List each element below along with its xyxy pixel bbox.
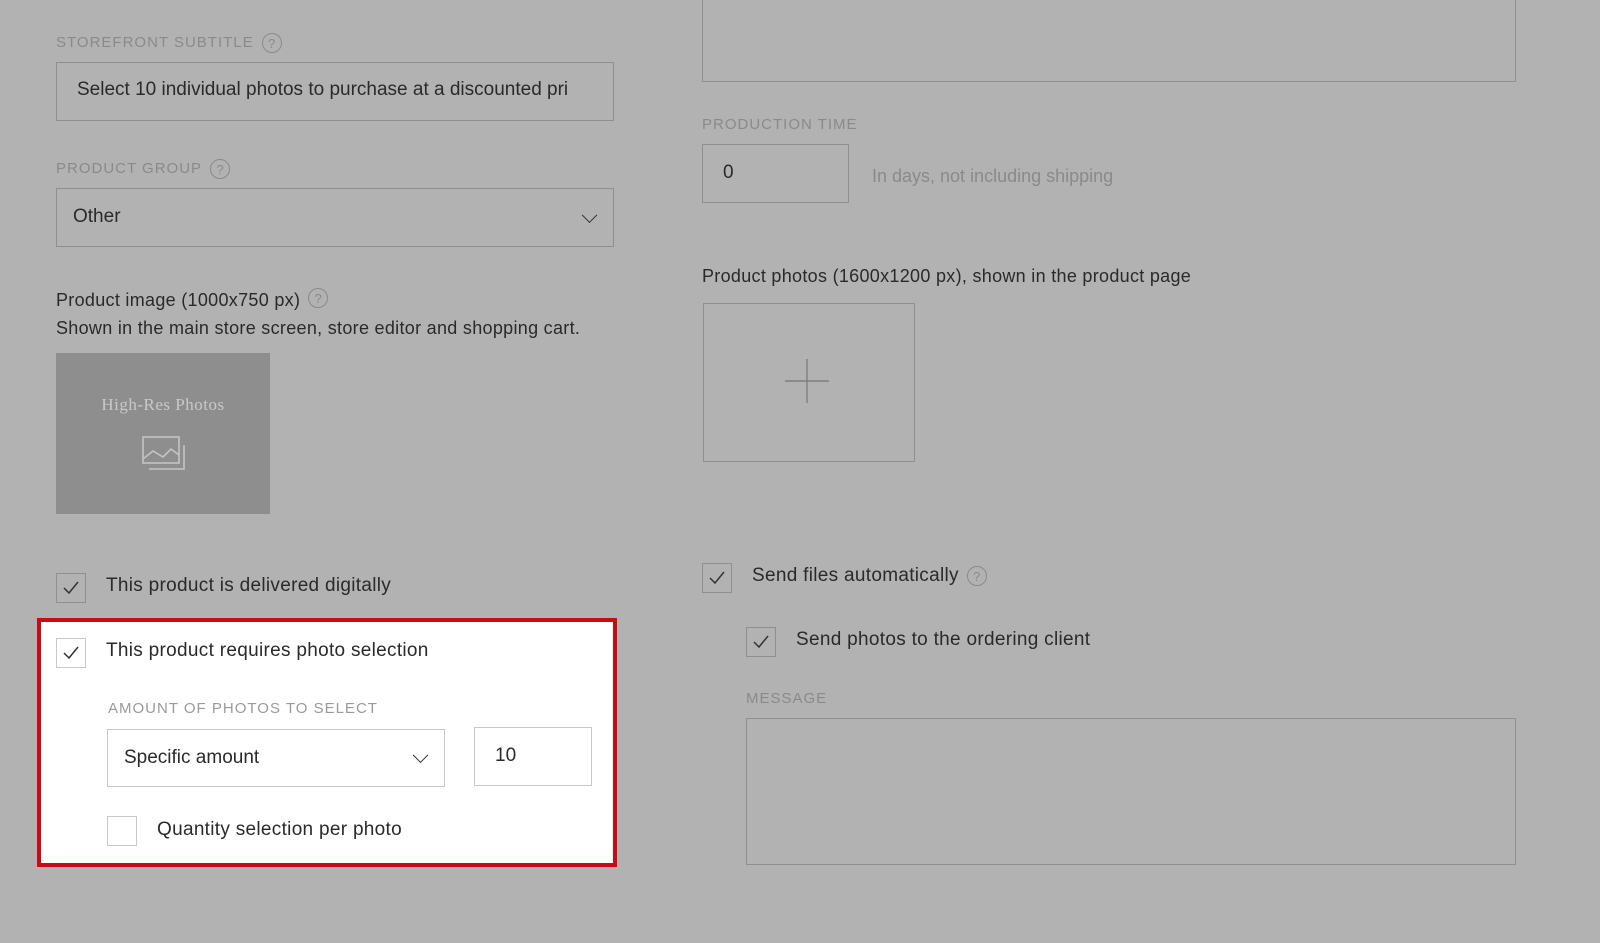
plus-icon bbox=[785, 359, 829, 403]
checkmark-icon bbox=[709, 571, 725, 585]
product-group-select[interactable]: Other bbox=[56, 188, 614, 247]
description-textarea[interactable] bbox=[702, 0, 1516, 82]
help-icon[interactable]: ? bbox=[261, 33, 282, 53]
amount-label: AMOUNT OF PHOTOS TO SELECT bbox=[108, 700, 378, 717]
add-product-photo-button[interactable] bbox=[703, 303, 915, 462]
production-time-input[interactable]: 0 bbox=[702, 144, 849, 203]
quantity-selection-checkbox[interactable] bbox=[107, 816, 137, 846]
quantity-selection-label: Quantity selection per photo bbox=[157, 819, 402, 840]
production-time-label: PRODUCTION TIME bbox=[702, 116, 858, 133]
checkmark-icon bbox=[753, 635, 769, 649]
delivered-digitally-label: This product is delivered digitally bbox=[106, 575, 392, 596]
checkmark-icon bbox=[63, 581, 79, 595]
send-photos-label: Send photos to the ordering client bbox=[796, 629, 1091, 650]
storefront-subtitle-input[interactable]: Select 10 individual photos to purchase … bbox=[56, 62, 614, 121]
product-image-title: Product image (1000x750 px)? bbox=[56, 288, 329, 311]
product-image-description: Shown in the main store screen, store ed… bbox=[56, 318, 581, 338]
help-icon[interactable]: ? bbox=[308, 288, 329, 309]
amount-mode-select[interactable]: Specific amount bbox=[107, 729, 445, 787]
amount-value-input[interactable]: 10 bbox=[474, 727, 592, 786]
message-label: MESSAGE bbox=[746, 690, 828, 707]
image-icon bbox=[142, 436, 185, 470]
production-time-hint: In days, not including shipping bbox=[872, 166, 1114, 186]
delivered-digitally-checkbox[interactable] bbox=[56, 573, 86, 603]
product-photos-title: Product photos (1600x1200 px), shown in … bbox=[702, 266, 1192, 286]
message-textarea[interactable] bbox=[746, 718, 1516, 865]
help-icon[interactable]: ? bbox=[210, 159, 231, 179]
help-icon[interactable]: ? bbox=[966, 565, 987, 586]
send-photos-checkbox[interactable] bbox=[746, 627, 776, 657]
send-files-checkbox[interactable] bbox=[702, 563, 732, 593]
checkmark-icon bbox=[63, 646, 79, 660]
send-files-label: Send files automatically? bbox=[752, 565, 987, 587]
chevron-down-icon bbox=[412, 747, 429, 764]
chevron-down-icon bbox=[581, 206, 598, 223]
thumbnail-caption: High-Res Photos bbox=[101, 395, 225, 414]
storefront-subtitle-label: STOREFRONT SUBTITLE? bbox=[56, 33, 282, 53]
photo-selection-label: This product requires photo selection bbox=[106, 640, 429, 661]
product-image-thumbnail[interactable]: High-Res Photos bbox=[56, 353, 270, 514]
product-group-label: PRODUCT GROUP? bbox=[56, 159, 231, 179]
photo-selection-checkbox[interactable] bbox=[56, 638, 86, 668]
